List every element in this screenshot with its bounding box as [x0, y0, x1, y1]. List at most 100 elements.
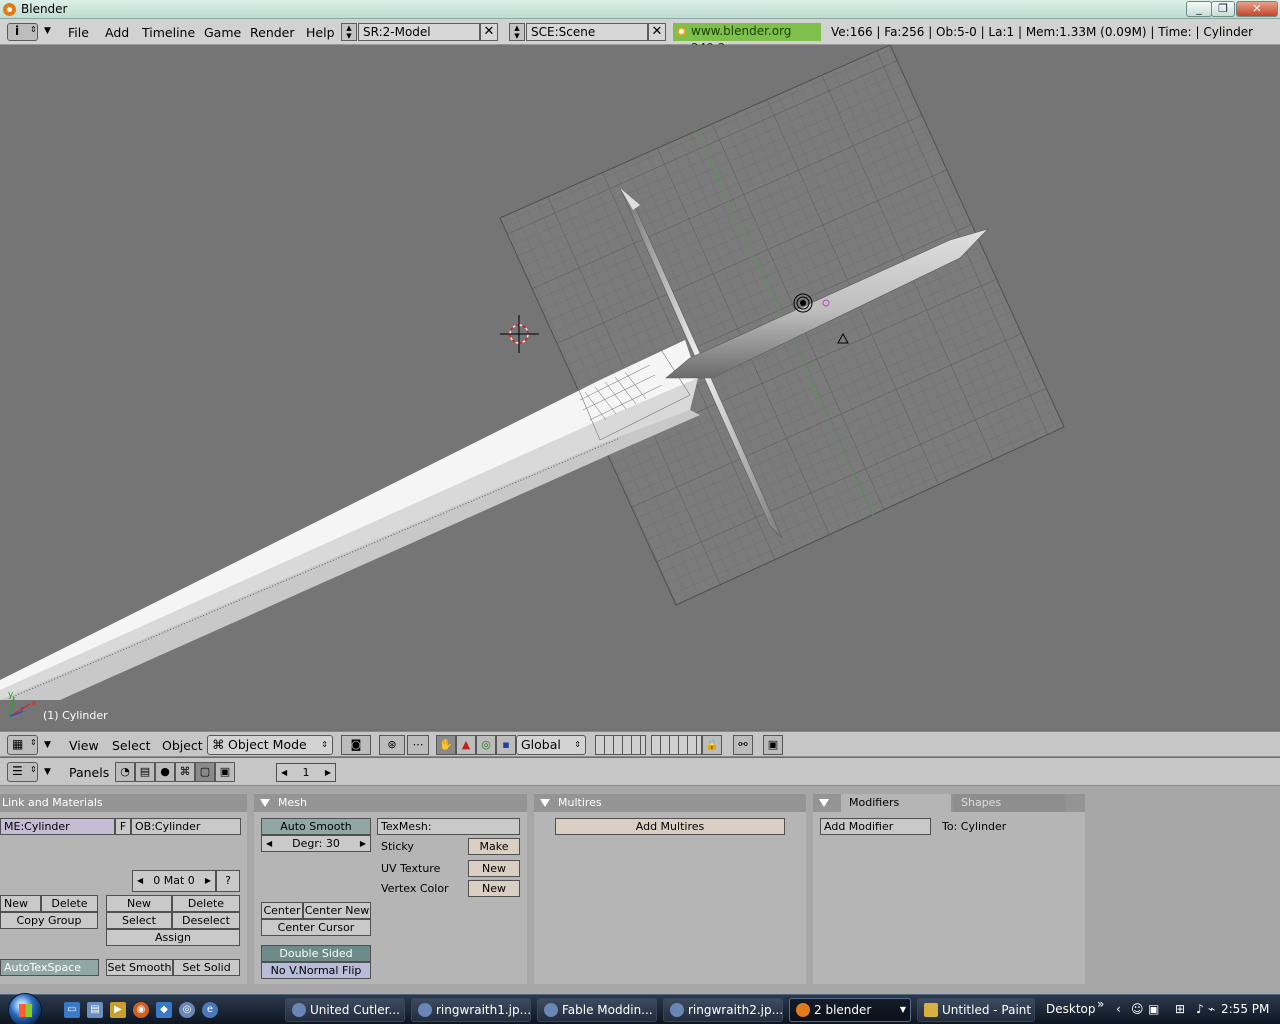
- add-multires-button[interactable]: Add Multires: [555, 818, 785, 835]
- switch-windows-icon[interactable]: ▤: [87, 1002, 103, 1018]
- center-cursor-button[interactable]: Center Cursor: [261, 919, 371, 936]
- tray-app-icon[interactable]: ▣: [1148, 1002, 1159, 1016]
- taskbar-item[interactable]: United Cutler...: [285, 998, 405, 1022]
- collapse-triangle-icon[interactable]: [260, 799, 270, 807]
- decrement-icon[interactable]: ◀: [137, 871, 143, 891]
- mesh-name-field[interactable]: ME:Cylinder: [0, 818, 115, 835]
- decrement-icon[interactable]: ◀: [266, 836, 272, 851]
- screen-delete-icon[interactable]: ✕: [480, 23, 498, 41]
- viewport-canvas[interactable]: x y z: [0, 45, 1280, 730]
- deselect-material-button[interactable]: Deselect: [172, 912, 240, 929]
- layers-group-1[interactable]: [595, 735, 646, 755]
- set-smooth-button[interactable]: Set Smooth: [106, 959, 173, 976]
- volume-icon[interactable]: ♪: [1196, 1002, 1204, 1016]
- panels-menu[interactable]: Panels: [69, 765, 109, 780]
- layers-group-2[interactable]: [651, 735, 702, 755]
- frame-number-field[interactable]: ◀ 1 ▶: [276, 763, 336, 782]
- object-icon[interactable]: ⌘: [175, 762, 195, 782]
- tab-shapes[interactable]: Shapes: [953, 794, 1065, 812]
- app-launcher-icon[interactable]: ◆: [156, 1002, 172, 1018]
- taskbar-item[interactable]: Untitled - Paint: [917, 998, 1035, 1022]
- chevron-left-icon[interactable]: ‹: [1116, 1002, 1121, 1016]
- chevron-right-icon[interactable]: »: [1097, 997, 1104, 1011]
- manipulator-hand-icon[interactable]: ✋: [436, 735, 456, 755]
- browser-icon[interactable]: ◎: [179, 1002, 195, 1018]
- taskbar-item[interactable]: ringwraith1.jp...: [411, 998, 531, 1022]
- orientation-select[interactable]: Global ⇕: [516, 735, 586, 755]
- blender-url-link[interactable]: www.blender.org 249.2: [673, 23, 821, 55]
- show-desktop-icon[interactable]: ▭: [64, 1002, 80, 1018]
- script-icon[interactable]: ▤: [135, 762, 155, 782]
- select-material-button[interactable]: Select: [106, 912, 172, 929]
- render-preview-icon[interactable]: ▣: [763, 735, 783, 755]
- network-icon[interactable]: ⊞: [1175, 1002, 1185, 1016]
- start-button[interactable]: [8, 993, 42, 1024]
- view-type-selector[interactable]: ▦ ⇕: [7, 735, 38, 755]
- translate-icon[interactable]: ▲: [456, 735, 476, 755]
- sticky-make-button[interactable]: Make: [468, 838, 520, 855]
- screen-name-field[interactable]: SR:2-Model: [358, 23, 480, 41]
- desktop-toolbar[interactable]: Desktop: [1046, 1002, 1096, 1016]
- set-solid-button[interactable]: Set Solid: [173, 959, 240, 976]
- taskbar-item[interactable]: ringwraith2.jp...: [663, 998, 783, 1022]
- delete-vertex-group-button[interactable]: Delete: [41, 895, 98, 912]
- 3d-cursor-icon[interactable]: [500, 315, 539, 353]
- menu-render[interactable]: Render: [250, 25, 295, 40]
- maximize-button[interactable]: ❐: [1211, 1, 1235, 17]
- firefox-icon[interactable]: ◉: [133, 1002, 149, 1018]
- collapse-menu-icon[interactable]: ▼: [44, 767, 51, 777]
- menu-timeline[interactable]: Timeline: [142, 25, 195, 40]
- scene-icon[interactable]: ▣: [215, 762, 235, 782]
- collapse-menu-icon[interactable]: ▼: [44, 26, 51, 36]
- delete-material-button[interactable]: Delete: [172, 895, 240, 912]
- menu-file[interactable]: File: [68, 25, 89, 40]
- fake-user-button[interactable]: F: [115, 818, 131, 835]
- decrement-icon[interactable]: ◀: [281, 764, 287, 781]
- scene-browse-icon[interactable]: ▲ ▼: [509, 23, 525, 41]
- power-icon[interactable]: ⌁: [1208, 1002, 1215, 1016]
- assign-material-button[interactable]: Assign: [106, 929, 240, 946]
- add-modifier-menu[interactable]: Add Modifier: [820, 818, 931, 835]
- window-type-selector[interactable]: i ⇕: [7, 23, 38, 41]
- menu-add[interactable]: Add: [105, 25, 129, 40]
- draw-type-select[interactable]: ◙: [341, 735, 371, 755]
- close-button[interactable]: ✕: [1236, 1, 1278, 17]
- pivot-select[interactable]: ⊛: [379, 735, 405, 755]
- rotate-icon[interactable]: ◎: [476, 735, 496, 755]
- link-materials-title[interactable]: Link and Materials: [0, 794, 247, 812]
- vertex-color-new-button[interactable]: New: [468, 880, 520, 897]
- new-material-button[interactable]: New: [106, 895, 172, 912]
- internet-explorer-icon[interactable]: e: [202, 1002, 218, 1018]
- autotexspace-toggle[interactable]: AutoTexSpace: [0, 959, 99, 976]
- menu-view[interactable]: View: [69, 738, 99, 753]
- material-help-button[interactable]: ?: [216, 870, 240, 892]
- messenger-icon[interactable]: ☺: [1131, 1002, 1144, 1016]
- tab-modifiers[interactable]: Modifiers: [841, 794, 951, 812]
- center-button[interactable]: Center: [261, 902, 303, 919]
- double-sided-toggle[interactable]: Double Sided: [261, 945, 371, 962]
- taskbar-item[interactable]: Fable Moddin...: [537, 998, 657, 1022]
- multires-panel-header[interactable]: Multires: [534, 794, 806, 812]
- collapse-triangle-icon[interactable]: [819, 799, 829, 807]
- scene-delete-icon[interactable]: ✕: [648, 23, 666, 41]
- increment-icon[interactable]: ▶: [360, 836, 366, 851]
- logic-icon[interactable]: ◔: [115, 762, 135, 782]
- mesh-panel-header[interactable]: Mesh: [254, 794, 527, 812]
- degree-field[interactable]: ◀ Degr: 30 ▶: [261, 835, 371, 852]
- copy-group-button[interactable]: Copy Group: [0, 912, 98, 929]
- link-icon[interactable]: ⚯: [733, 735, 753, 755]
- scale-icon[interactable]: ▪: [496, 735, 516, 755]
- center-new-button[interactable]: Center New: [303, 902, 371, 919]
- editing-icon[interactable]: ▢: [195, 762, 215, 782]
- increment-icon[interactable]: ▶: [205, 871, 211, 891]
- minimize-button[interactable]: _: [1186, 1, 1212, 17]
- buttons-type-selector[interactable]: ☰ ⇕: [7, 762, 38, 782]
- uv-texture-new-button[interactable]: New: [468, 860, 520, 877]
- new-vertex-group-button[interactable]: New: [0, 895, 41, 912]
- texmesh-field[interactable]: TexMesh:: [377, 818, 520, 835]
- align-icon[interactable]: ⋯: [407, 735, 429, 755]
- auto-smooth-toggle[interactable]: Auto Smooth: [261, 818, 371, 835]
- scene-name-field[interactable]: SCE:Scene: [526, 23, 648, 41]
- mode-select[interactable]: ⌘ Object Mode ⇕: [207, 735, 333, 755]
- object-name-field[interactable]: OB:Cylinder: [131, 818, 241, 835]
